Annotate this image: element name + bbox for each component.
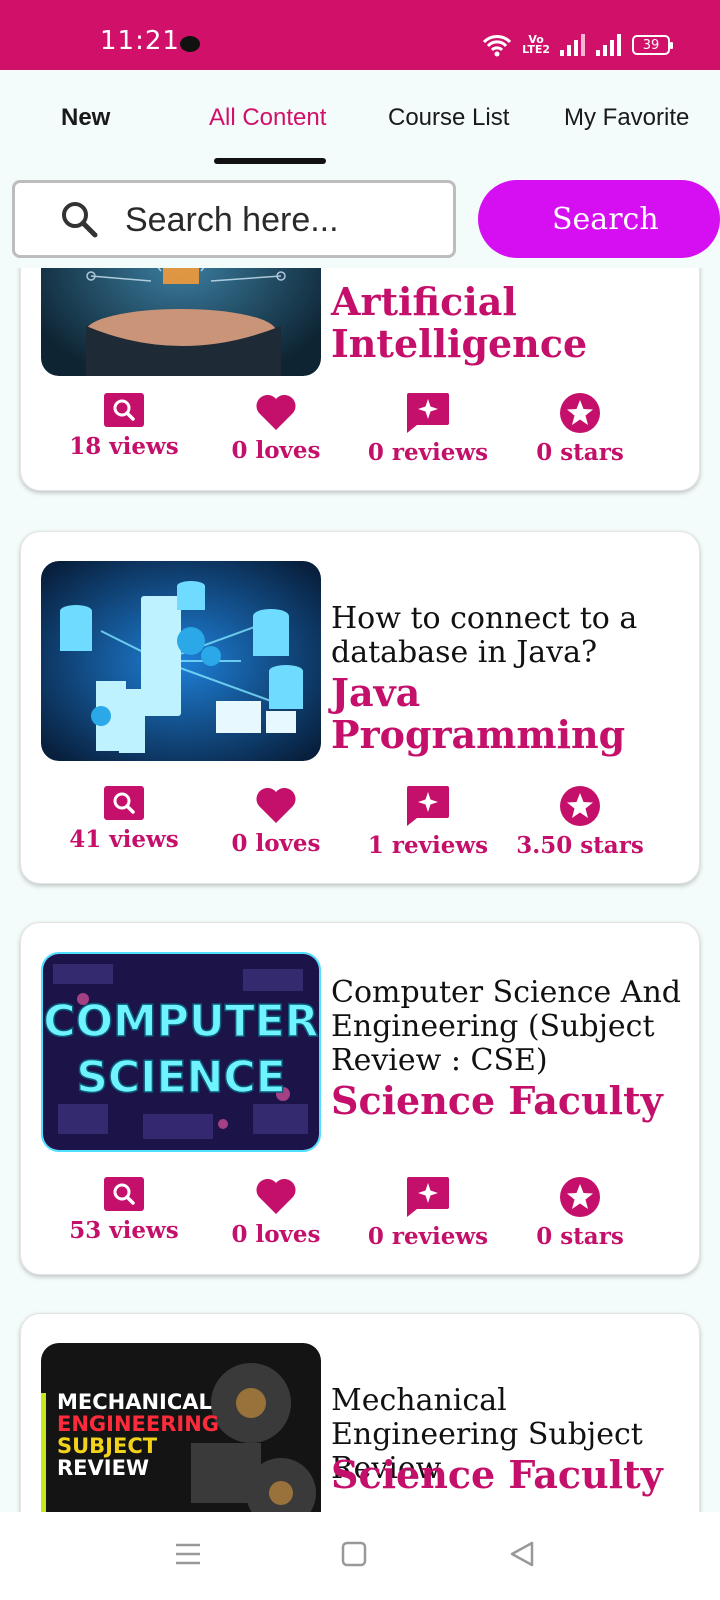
heart-icon	[256, 1178, 296, 1214]
ai-hand-circuit-image	[41, 268, 321, 376]
content-list[interactable]: Artificial Intelligence 18 views 0 loves…	[0, 268, 720, 1512]
stat-views: 18 views	[49, 393, 199, 460]
stat-reviews-label: 0 reviews	[367, 1223, 489, 1250]
battery-level: 39	[642, 37, 660, 53]
stat-loves-label: 0 loves	[231, 437, 321, 464]
wifi-icon	[482, 33, 512, 57]
stat-stars-label: 0 stars	[536, 439, 624, 466]
stat-loves[interactable]: 0 loves	[201, 1177, 351, 1248]
stat-stars-label: 0 stars	[536, 1223, 624, 1250]
review-star-bubble-icon	[407, 393, 449, 433]
stat-loves-label: 0 loves	[231, 1221, 321, 1248]
volte-bottom: LTE2	[522, 43, 550, 56]
content-card[interactable]: Artificial Intelligence 18 views 0 loves…	[20, 268, 700, 491]
star-circle-icon	[560, 786, 600, 826]
card-category: Science Faculty	[331, 1078, 663, 1123]
search-icon	[59, 199, 99, 239]
stat-reviews-label: 0 reviews	[367, 439, 489, 466]
back-triangle-icon[interactable]	[508, 1540, 536, 1568]
content-card[interactable]: How to connect to a database in Java? Ja…	[20, 531, 700, 884]
tab-bar: New All Content Course List My Favorite	[0, 70, 720, 170]
card-title: How to connect to a database in Java?	[331, 601, 638, 670]
mech-thumbnail-line-3: SUBJECT	[57, 1434, 158, 1458]
menu-icon[interactable]	[174, 1540, 202, 1568]
signal-2-icon	[596, 34, 622, 56]
cs-thumbnail-word-2: SCIENCE	[76, 1052, 286, 1103]
mechanical-engineering-image: MECHANICAL ENGINEERING SUBJECT REVIEW	[41, 1343, 321, 1512]
tab-my-favorite[interactable]: My Favorite	[564, 104, 689, 132]
status-time: 11:21	[100, 26, 180, 56]
status-icons: Vo LTE2 39	[482, 32, 673, 58]
search-box-icon	[104, 786, 144, 820]
computer-science-image: COMPUTER SCIENCE	[41, 952, 321, 1152]
star-circle-icon	[560, 393, 600, 433]
card-category: Java Programming	[331, 670, 626, 757]
mech-thumbnail-line-4: REVIEW	[57, 1456, 149, 1480]
stat-views-label: 18 views	[69, 433, 179, 460]
stat-views-label: 41 views	[69, 826, 179, 853]
stat-stars[interactable]: 3.50 stars	[505, 786, 655, 859]
search-box-icon	[104, 1177, 144, 1211]
card-title: Computer Science And Engineering (Subjec…	[331, 975, 681, 1078]
search-button[interactable]: Search	[478, 180, 720, 258]
volte-icon: Vo LTE2	[522, 34, 550, 56]
battery-icon: 39	[632, 35, 673, 55]
chat-notification-icon	[180, 36, 200, 52]
signal-1-icon	[560, 34, 586, 56]
stat-stars-label: 3.50 stars	[516, 832, 644, 859]
status-bar: 11:21 Vo LTE2 39	[0, 0, 720, 70]
tab-new[interactable]: New	[61, 104, 110, 132]
stat-stars[interactable]: 0 stars	[505, 1177, 655, 1250]
database-servers-image	[41, 561, 321, 761]
review-star-bubble-icon	[407, 1177, 449, 1217]
stat-loves[interactable]: 0 loves	[201, 786, 351, 857]
active-tab-indicator	[214, 158, 326, 164]
stat-reviews[interactable]: 0 reviews	[353, 1177, 503, 1250]
star-circle-icon	[560, 1177, 600, 1217]
search-input[interactable]	[125, 197, 445, 243]
stat-loves[interactable]: 0 loves	[201, 393, 351, 464]
home-square-icon[interactable]	[340, 1540, 368, 1568]
stat-loves-label: 0 loves	[231, 830, 321, 857]
card-category: Artificial Intelligence	[331, 279, 588, 366]
stat-reviews[interactable]: 1 reviews	[353, 786, 503, 859]
card-category: Science Faculty	[331, 1452, 663, 1497]
review-star-bubble-icon	[407, 786, 449, 826]
tab-course-list[interactable]: Course List	[388, 104, 509, 132]
search-box-icon	[104, 393, 144, 427]
stat-stars[interactable]: 0 stars	[505, 393, 655, 466]
stat-views: 53 views	[49, 1177, 199, 1244]
stat-reviews[interactable]: 0 reviews	[353, 393, 503, 466]
stat-views-label: 53 views	[69, 1217, 179, 1244]
content-card[interactable]: MECHANICAL ENGINEERING SUBJECT REVIEW Me…	[20, 1313, 700, 1512]
search-box[interactable]	[12, 180, 456, 258]
heart-icon	[256, 787, 296, 823]
cs-thumbnail-word-1: COMPUTER	[43, 996, 318, 1047]
system-nav-bar	[0, 1512, 720, 1600]
content-card[interactable]: COMPUTER SCIENCE Computer Science And En…	[20, 922, 700, 1275]
mech-thumbnail-line-2: ENGINEERING	[57, 1412, 219, 1436]
mech-thumbnail-line-1: MECHANICAL	[57, 1390, 212, 1414]
tab-all-content[interactable]: All Content	[209, 104, 326, 132]
stat-views: 41 views	[49, 786, 199, 853]
stat-reviews-label: 1 reviews	[367, 832, 489, 859]
heart-icon	[256, 394, 296, 430]
